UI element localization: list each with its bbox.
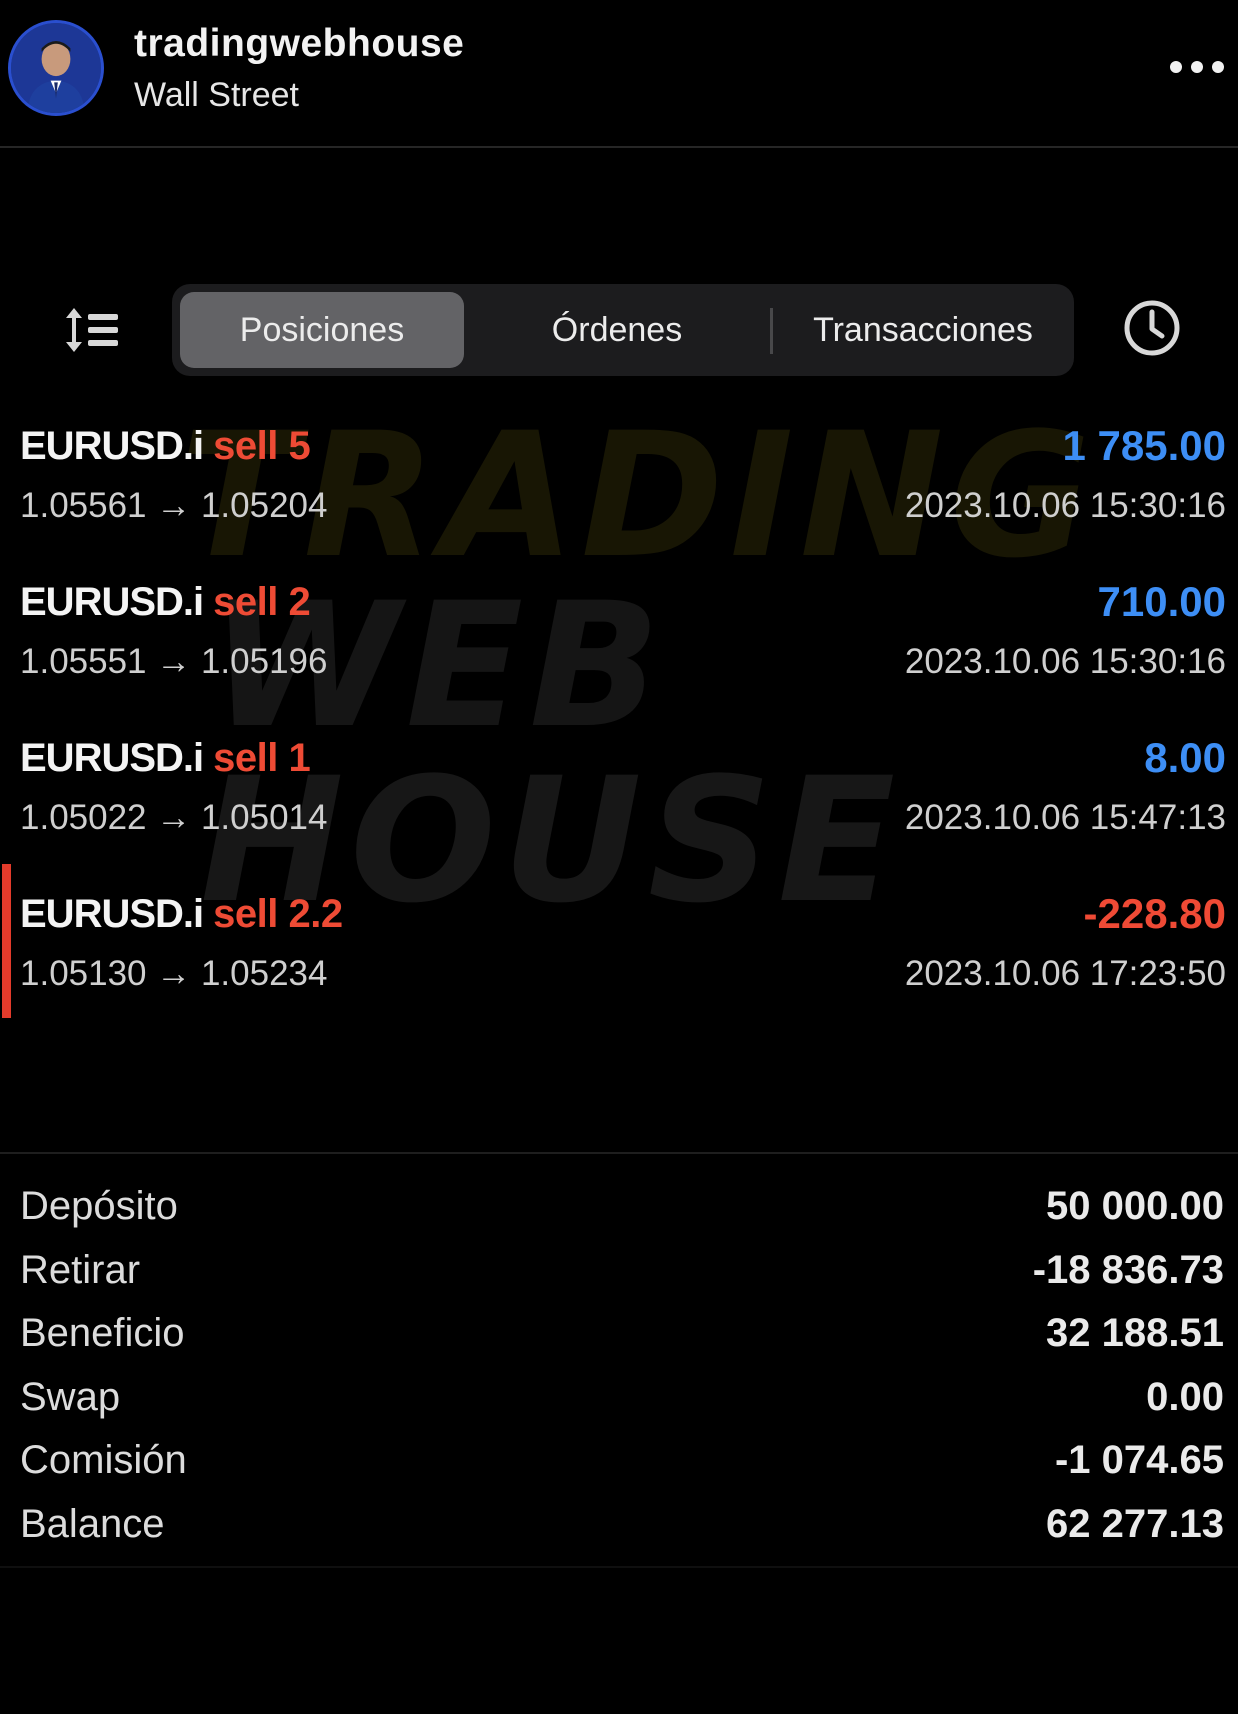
- summary-value: -18 836.73: [1032, 1247, 1224, 1292]
- tab-bar: Posiciones Órdenes Transacciones: [172, 284, 1074, 376]
- profile-avatar-icon: [11, 23, 101, 113]
- summary-value: 0.00: [1146, 1374, 1224, 1419]
- profit-value: -228.80: [1083, 890, 1226, 937]
- summary-row-swap: Swap 0.00: [0, 1369, 1238, 1433]
- open-time: 2023.10.06 15:47:13: [904, 798, 1226, 837]
- symbol: EURUSD.i: [20, 736, 204, 780]
- summary-row-retirar: Retirar -18 836.73: [0, 1242, 1238, 1306]
- order-side: sell 2: [213, 580, 311, 624]
- profit-value: 710.00: [1097, 578, 1226, 625]
- tab-ordenes[interactable]: Órdenes: [472, 292, 762, 368]
- order-side: sell 1: [213, 736, 311, 780]
- account-summary: Depósito 50 000.00 Retirar -18 836.73 Be…: [0, 1178, 1238, 1559]
- profit-value: 1 785.00: [1062, 422, 1227, 469]
- open-time: 2023.10.06 15:30:16: [904, 642, 1226, 681]
- symbol: EURUSD.i: [20, 580, 204, 624]
- order-side: sell 5: [213, 424, 311, 468]
- price-range: 1.05022 → 1.05014: [20, 798, 328, 837]
- order-side: sell 2.2: [213, 892, 343, 936]
- sort-list-icon[interactable]: [60, 302, 124, 358]
- tab-divider: [770, 308, 773, 354]
- summary-value: 62 277.13: [1046, 1501, 1224, 1546]
- summary-label: Beneficio: [20, 1311, 185, 1355]
- account-name[interactable]: tradingwebhouse: [134, 22, 464, 66]
- tab-transacciones[interactable]: Transacciones: [778, 292, 1068, 368]
- position-row[interactable]: EURUSD.i sell 2 1.05551 → 1.05196 710.00 …: [0, 552, 1238, 708]
- position-row[interactable]: EURUSD.i sell 1 1.05022 → 1.05014 8.00 20…: [0, 708, 1238, 864]
- avatar[interactable]: [8, 20, 104, 116]
- summary-value: 50 000.00: [1046, 1184, 1224, 1228]
- summary-row-balance: Balance 62 277.13: [0, 1496, 1238, 1560]
- price-range: 1.05561 → 1.05204: [20, 486, 328, 525]
- summary-label: Comisión: [20, 1438, 187, 1482]
- summary-label: Balance: [20, 1501, 165, 1546]
- price-range: 1.05551 → 1.05196: [20, 642, 328, 681]
- symbol: EURUSD.i: [20, 424, 204, 468]
- dot: [1191, 61, 1203, 73]
- position-row[interactable]: EURUSD.i sell 5 1.05561 → 1.05204 1 785.0…: [0, 396, 1238, 552]
- open-time: 2023.10.06 15:30:16: [904, 486, 1226, 525]
- positions-list: EURUSD.i sell 5 1.05561 → 1.05204 1 785.0…: [0, 396, 1238, 1020]
- more-dots-icon[interactable]: [1170, 52, 1224, 82]
- position-title: EURUSD.i sell 5: [20, 424, 311, 469]
- dot: [1212, 61, 1224, 73]
- location-label[interactable]: Wall Street: [134, 76, 299, 115]
- summary-label: Retirar: [20, 1247, 141, 1292]
- price-range: 1.05130 → 1.05234: [20, 954, 328, 993]
- summary-label: Depósito: [20, 1184, 178, 1228]
- tab-posiciones[interactable]: Posiciones: [180, 292, 464, 368]
- position-title: EURUSD.i sell 2: [20, 580, 311, 625]
- list-divider: [0, 1152, 1238, 1154]
- position-title: EURUSD.i sell 1: [20, 736, 311, 781]
- clock-icon[interactable]: [1122, 298, 1182, 358]
- summary-row-comision: Comisión -1 074.65: [0, 1432, 1238, 1496]
- summary-value: -1 074.65: [1054, 1438, 1224, 1482]
- post-header: tradingwebhouse Wall Street: [0, 0, 1238, 148]
- position-row[interactable]: EURUSD.i sell 2.2 1.05130 → 1.05234 -228.…: [0, 864, 1238, 1020]
- position-title: EURUSD.i sell 2.2: [20, 892, 343, 937]
- open-time: 2023.10.06 17:23:50: [904, 954, 1226, 993]
- summary-row-deposito: Depósito 50 000.00: [0, 1178, 1238, 1242]
- symbol: EURUSD.i: [20, 892, 204, 936]
- summary-value: 32 188.51: [1046, 1311, 1224, 1355]
- profit-value: 8.00: [1144, 734, 1226, 781]
- summary-label: Swap: [20, 1374, 121, 1419]
- app-bottom-edge: [0, 1566, 1238, 1568]
- summary-row-beneficio: Beneficio 32 188.51: [0, 1305, 1238, 1369]
- trading-app: TRADING WEB HOUSE Posiciones Órdenes Tra…: [0, 148, 1238, 1568]
- dot: [1170, 61, 1182, 73]
